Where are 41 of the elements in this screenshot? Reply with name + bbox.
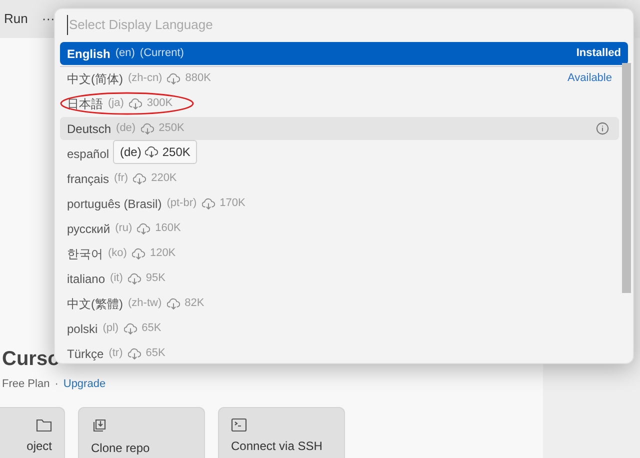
info-icon[interactable] [596, 122, 609, 135]
cloud-download-icon [128, 272, 141, 284]
cloud-download-icon [137, 222, 150, 234]
separator-dot: · [54, 377, 58, 392]
cloud-download-icon [124, 322, 137, 334]
search-field[interactable]: Select Display Language [67, 15, 627, 35]
language-item[interactable]: 中文(繁體) (zh-tw) 82K [60, 292, 212, 315]
language-item[interactable]: English (en) (Current) Installed [60, 42, 628, 65]
plan-label: Free Plan [2, 377, 50, 392]
language-item[interactable]: Deutsch (de) 250K [60, 117, 619, 140]
menu-item[interactable]: Run [4, 9, 28, 29]
language-item[interactable]: 한국어 (ko) 120K [60, 242, 183, 265]
action-card[interactable]: Connect via SSH [218, 406, 345, 458]
cloud-download-icon [128, 98, 142, 110]
cloud-download-icon [167, 72, 180, 84]
cloud-download-icon [202, 198, 215, 210]
language-item[interactable]: français (fr) 220K [60, 167, 184, 190]
card-label: Clone repo [91, 440, 151, 456]
language-item[interactable]: 中文(简体) (zh-cn) 880K Available [60, 67, 619, 90]
download-box-icon [91, 418, 107, 434]
language-item[interactable]: português (Brasil) (pt-br) 170K [60, 192, 252, 215]
folder-icon [36, 418, 52, 432]
language-item[interactable]: Türkçe (tr) 65K [60, 342, 172, 363]
language-item[interactable]: 日本語 (ja) 300K [60, 92, 619, 115]
upgrade-link[interactable]: Upgrade [63, 376, 106, 392]
cloud-download-icon [132, 248, 145, 260]
language-item[interactable]: polski (pl) 65K [60, 317, 168, 340]
menu-item[interactable]: ··· [42, 9, 55, 29]
action-card[interactable]: oject [0, 406, 65, 458]
tooltip: (de) 250K [113, 140, 198, 164]
card-label: oject [26, 438, 52, 454]
cloud-download-icon [140, 122, 154, 134]
language-item[interactable]: русский (ru) 160K [60, 217, 188, 240]
cloud-download-icon [166, 298, 180, 310]
terminal-icon [231, 418, 247, 432]
cloud-download-icon [128, 348, 141, 360]
cloud-download-icon [145, 146, 158, 158]
cloud-download-icon [133, 172, 146, 184]
language-item[interactable]: italiano (it) 95K [60, 267, 172, 290]
card-label: Connect via SSH [231, 438, 324, 454]
action-card[interactable]: Clone repo [78, 406, 205, 458]
